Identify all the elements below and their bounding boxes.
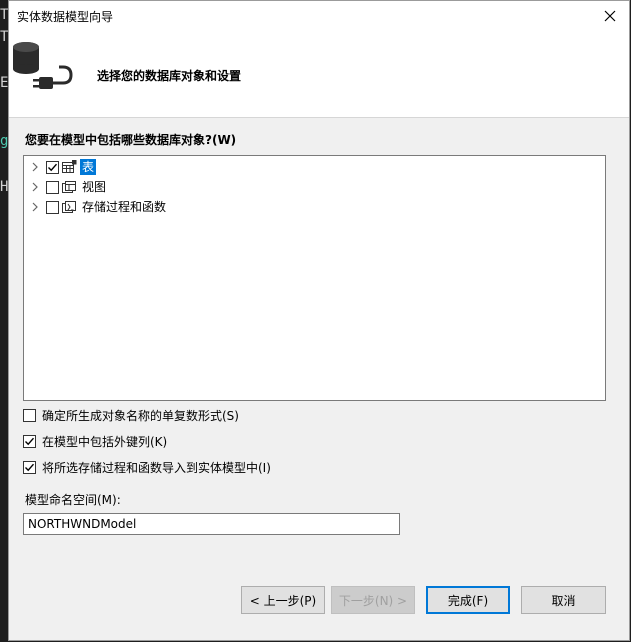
stored-procedure-icon	[62, 201, 76, 213]
entity-data-model-wizard-dialog: 实体数据模型向导 选择您的数据库对象和设置 您要在模型中包括哪些数据库对象?(W…	[8, 0, 630, 641]
wizard-step-title: 选择您的数据库对象和设置	[97, 69, 242, 83]
background-editor: T T E g H	[0, 0, 8, 642]
database-objects-tree[interactable]: 表 视图 存储过程和函数	[23, 155, 606, 401]
background-glyph: E	[0, 76, 8, 90]
option-pluralize[interactable]: 确定所生成对象名称的单复数形式(S)	[23, 407, 239, 423]
chevron-right-icon[interactable]	[28, 180, 42, 194]
checkmark-icon	[48, 163, 58, 171]
import-procedures-checkbox[interactable]	[23, 460, 36, 474]
chevron-right-icon[interactable]	[28, 160, 42, 174]
background-glyph: g	[0, 134, 8, 148]
tree-item-checkbox[interactable]	[46, 180, 59, 194]
finish-button[interactable]: 完成(F)	[426, 586, 510, 614]
next-button[interactable]: 下一步(N) >	[331, 586, 415, 614]
title-bar[interactable]: 实体数据模型向导	[9, 1, 629, 31]
option-label: 确定所生成对象名称的单复数形式(S)	[42, 408, 239, 423]
tree-item-label: 存储过程和函数	[82, 200, 167, 214]
namespace-input[interactable]	[23, 513, 400, 535]
chevron-right-icon[interactable]	[28, 200, 42, 214]
checkmark-icon	[25, 463, 35, 471]
option-label: 将所选存储过程和函数导入到实体模型中(I)	[42, 460, 271, 475]
tree-item-label: 表	[80, 159, 97, 175]
objects-section-label: 您要在模型中包括哪些数据库对象?(W)	[25, 133, 237, 147]
background-glyph: T	[0, 30, 8, 44]
table-icon	[62, 160, 77, 173]
view-icon	[62, 181, 76, 193]
tree-item-checkbox[interactable]	[46, 160, 59, 174]
checkmark-icon	[25, 437, 35, 445]
foreign-keys-checkbox[interactable]	[23, 434, 36, 448]
namespace-label: 模型命名空间(M):	[25, 493, 121, 507]
option-label: 在模型中包括外键列(K)	[42, 434, 168, 449]
cancel-button[interactable]: 取消	[521, 586, 606, 614]
tree-item-stored-procedures[interactable]: 存储过程和函数	[28, 198, 168, 216]
background-glyph: T	[0, 8, 8, 22]
window-title: 实体数据模型向导	[17, 10, 114, 24]
wizard-header: 选择您的数据库对象和设置	[9, 31, 629, 118]
database-connection-icon	[13, 42, 73, 89]
previous-button[interactable]: < 上一步(P)	[241, 586, 325, 614]
pluralize-checkbox[interactable]	[23, 408, 36, 422]
tree-item-label: 视图	[82, 180, 107, 194]
tree-item-checkbox[interactable]	[46, 200, 59, 214]
tree-item-tables[interactable]: 表	[28, 158, 97, 176]
option-include-foreign-keys[interactable]: 在模型中包括外键列(K)	[23, 433, 167, 449]
close-icon	[604, 10, 616, 22]
tree-item-views[interactable]: 视图	[28, 178, 108, 196]
close-button[interactable]	[599, 5, 621, 27]
background-glyph: H	[0, 180, 8, 194]
option-import-procedures[interactable]: 将所选存储过程和函数导入到实体模型中(I)	[23, 459, 271, 475]
